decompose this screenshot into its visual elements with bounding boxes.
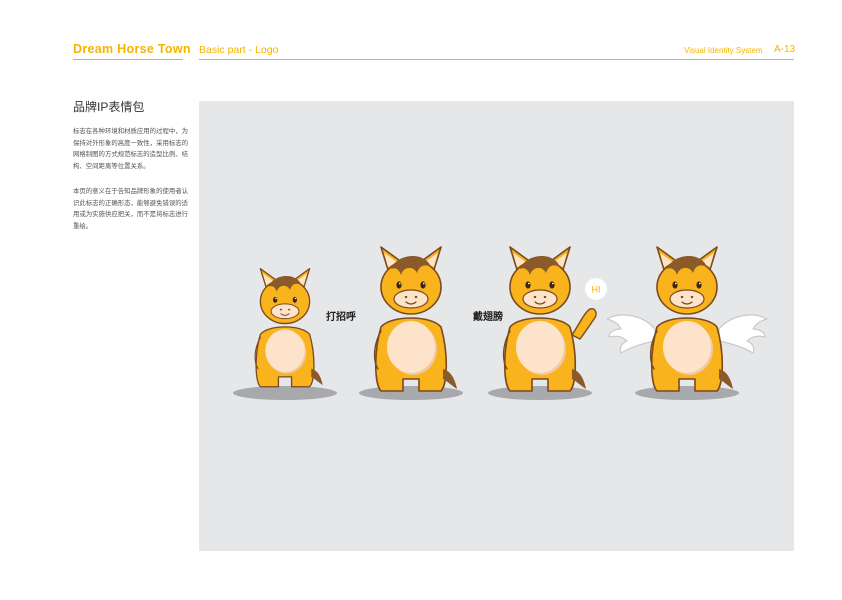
horse-mascot-front xyxy=(373,246,458,392)
caption-waving: 打招呼 xyxy=(326,312,356,323)
mascot-illustrations: HI xyxy=(233,246,768,400)
header-divider-right xyxy=(199,59,794,60)
caption-wings: 戴翅膀 xyxy=(473,312,503,323)
description-paragraph-2: 本页的意义在于告知品牌形象的使用者认识此标志的正确形态，能够避免错误的适用或为实… xyxy=(73,188,189,231)
horse-mascot-waving xyxy=(502,246,597,392)
section-title: Basic part - Logo xyxy=(199,44,279,56)
system-label: Visual Identity System xyxy=(684,46,763,55)
horse-mascot-winged xyxy=(606,246,768,392)
shadow-2 xyxy=(359,386,463,400)
shadow-1 xyxy=(233,386,337,400)
mascot-panel: HI xyxy=(199,101,794,551)
description-paragraph-1: 标志在各种环境和材质应用的过程中，为保持对外形象的高度一致性，采用标志的网格制图… xyxy=(73,128,189,171)
brand-wordmark: Dream Horse Town xyxy=(73,42,191,56)
header-divider-left xyxy=(73,59,183,60)
shadow-3 xyxy=(488,386,592,400)
horse-mascot-standing xyxy=(254,267,324,388)
shadow-4 xyxy=(635,386,739,400)
speech-bubble-text: HI xyxy=(592,285,601,295)
page-number: A-13 xyxy=(774,44,796,55)
page-heading: 品牌IP表情包 xyxy=(73,100,145,114)
